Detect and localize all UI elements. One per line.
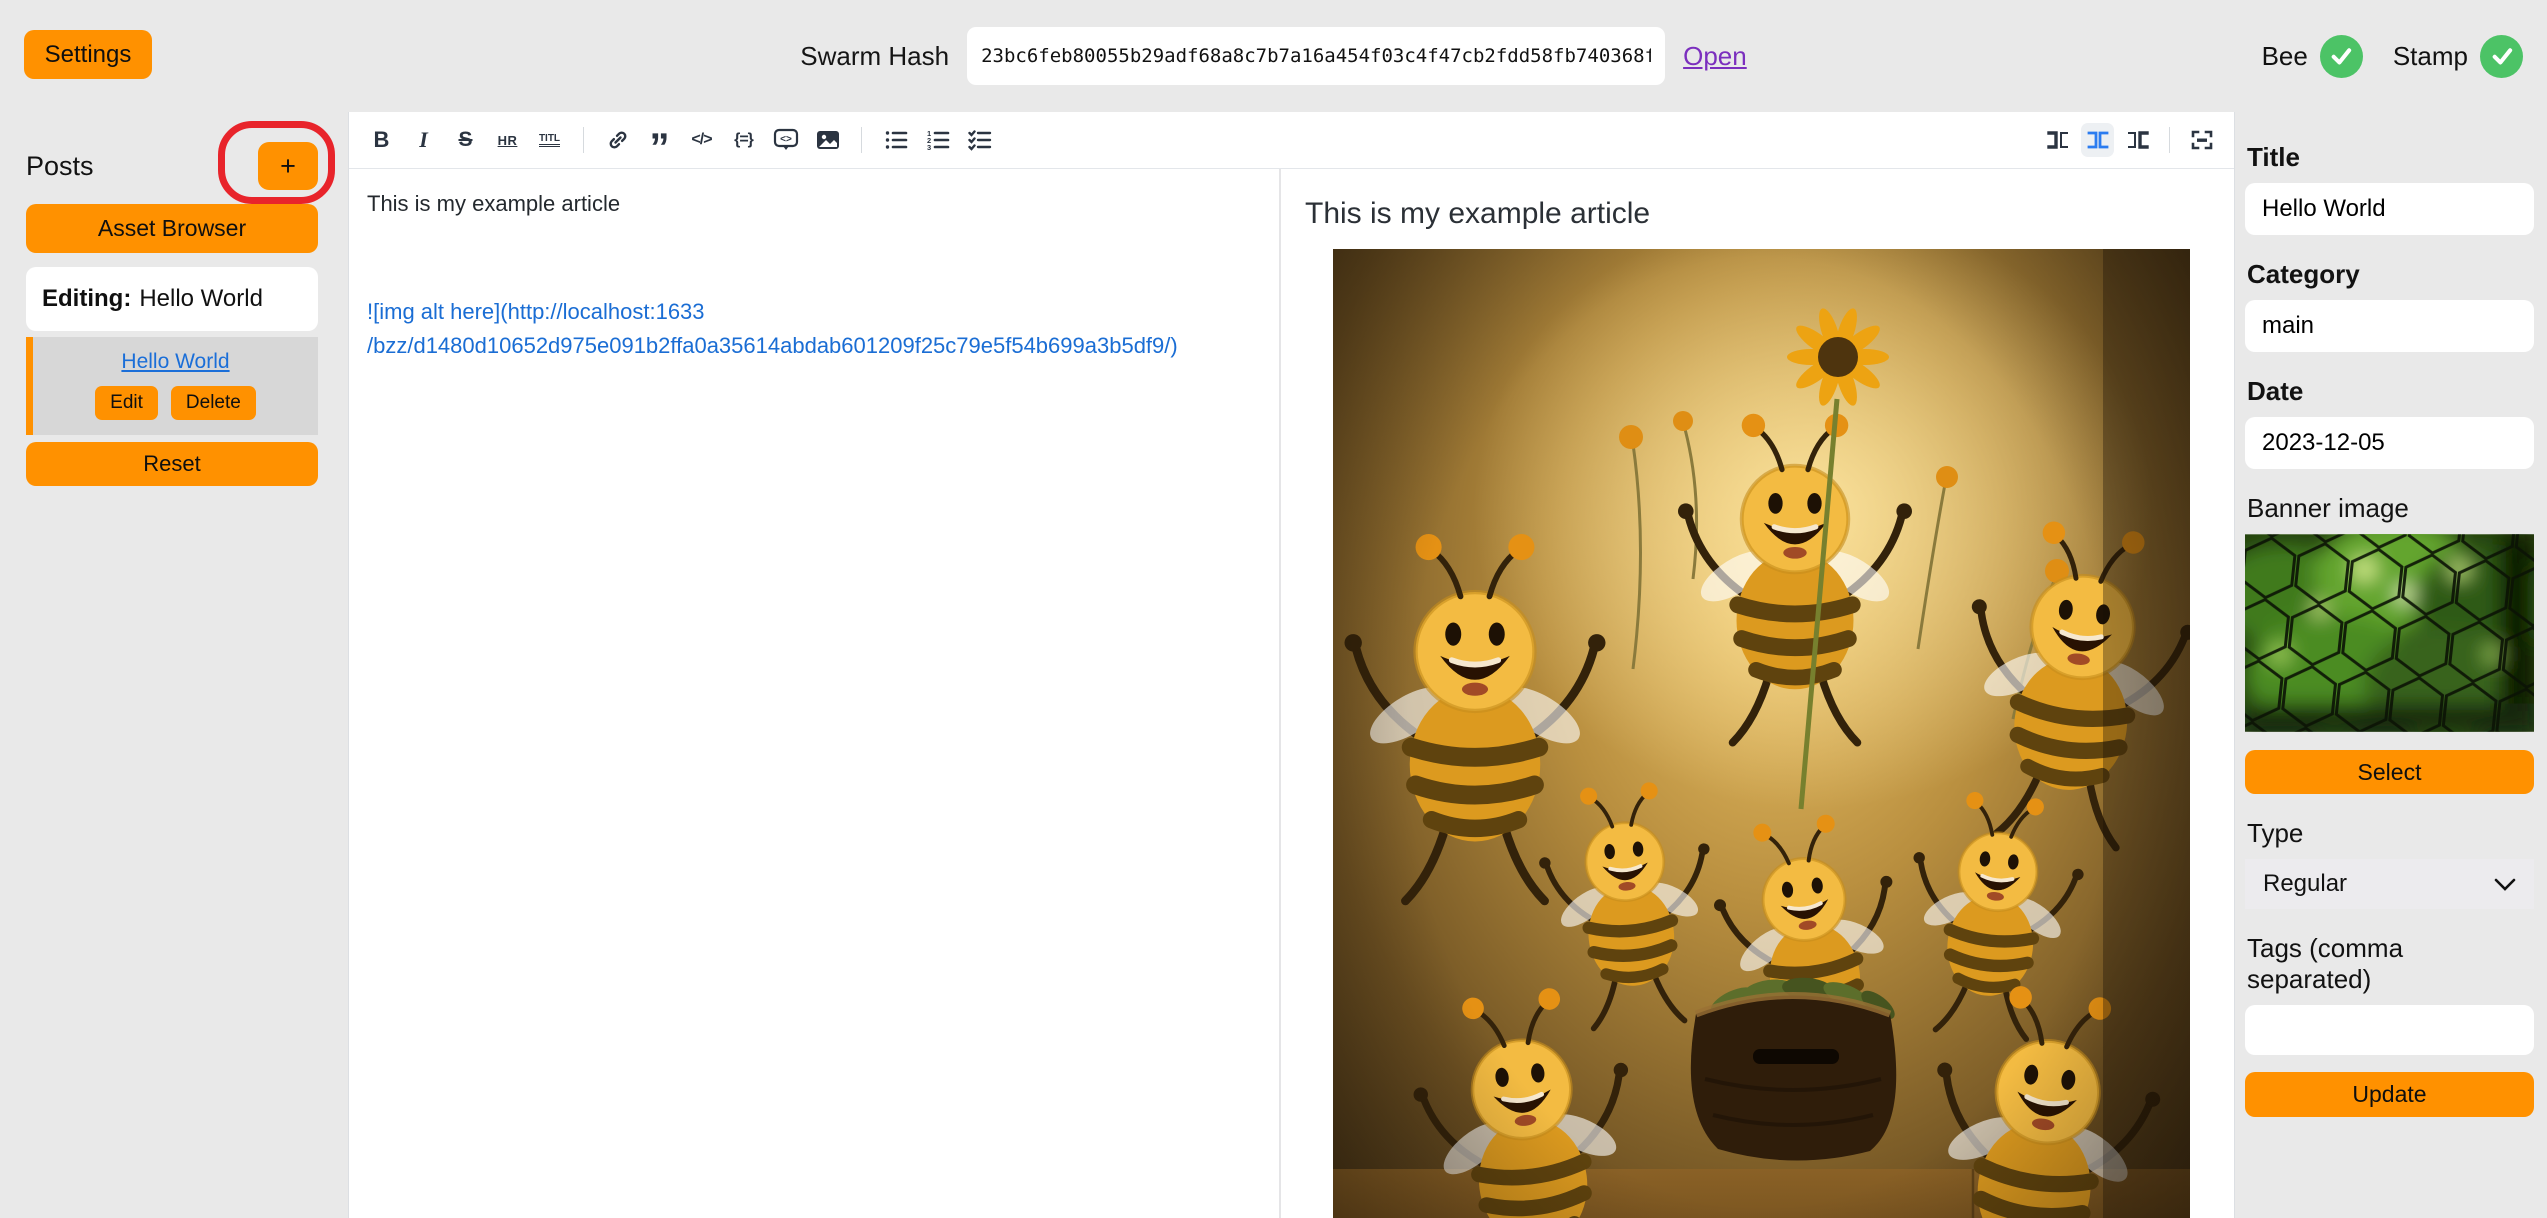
- ordered-list-button[interactable]: 1 2 3: [921, 123, 954, 157]
- edit-post-button[interactable]: Edit: [95, 386, 158, 420]
- stamp-status-label: Stamp: [2393, 41, 2468, 72]
- editing-card: Editing: Hello World: [26, 267, 318, 331]
- new-post-annotation-circle: +: [258, 142, 318, 190]
- heading-button[interactable]: TITL: [533, 123, 566, 157]
- posts-sidebar: Posts + Asset Browser Editing: Hello Worl…: [0, 112, 348, 1218]
- reset-button[interactable]: Reset: [26, 442, 318, 486]
- bee-check-icon: [2320, 35, 2363, 78]
- italic-button[interactable]: I: [407, 123, 440, 157]
- date-label: Date: [2247, 376, 2534, 407]
- task-list-button[interactable]: [963, 123, 996, 157]
- post-link[interactable]: Hello World: [121, 350, 229, 373]
- quote-icon: ”: [650, 143, 670, 153]
- bold-icon: B: [374, 127, 390, 153]
- code-block-button[interactable]: {=}: [727, 123, 760, 157]
- fullscreen-icon: [2189, 128, 2215, 152]
- heading-icon: TITL: [539, 133, 560, 147]
- preview-only-view-icon: [2125, 128, 2151, 152]
- strikethrough-icon: S: [458, 128, 472, 152]
- swarm-hash-label: Swarm Hash: [800, 41, 949, 72]
- type-label: Type: [2247, 818, 2534, 849]
- update-button[interactable]: Update: [2245, 1072, 2534, 1117]
- post-settings-sidebar: Title Category Date Banner image Select: [2235, 112, 2547, 1218]
- markdown-editor[interactable]: This is my example article ![img alt her…: [349, 169, 1281, 1218]
- horizontal-rule-button[interactable]: HR: [491, 123, 524, 157]
- swarm-hash-input[interactable]: [967, 27, 1665, 85]
- fullscreen-button[interactable]: [2185, 123, 2218, 157]
- markdown-preview: This is my example article: [1281, 169, 2234, 1218]
- unordered-list-icon: [884, 128, 908, 152]
- bold-button[interactable]: B: [365, 123, 398, 157]
- type-selected-value: Regular: [2263, 870, 2347, 898]
- delete-post-button[interactable]: Delete: [171, 386, 256, 420]
- editor-image-markdown-line2: /bzz/d1480d10652d975e091b2ffa0a35614abda…: [367, 329, 1261, 363]
- toolbar-divider: [861, 127, 862, 153]
- editor-only-view-icon: [2045, 128, 2071, 152]
- preview-only-view-button[interactable]: [2121, 123, 2154, 157]
- split-view-button[interactable]: [2081, 123, 2114, 157]
- editing-post-title: Hello World: [139, 285, 263, 312]
- unordered-list-button[interactable]: [879, 123, 912, 157]
- toolbar-divider: [2169, 127, 2170, 153]
- bee-status-label: Bee: [2262, 41, 2308, 72]
- embed-code-button[interactable]: <>: [769, 123, 802, 157]
- horizontal-rule-icon: HR: [498, 133, 518, 148]
- italic-icon: I: [419, 127, 428, 153]
- settings-button[interactable]: Settings: [24, 30, 152, 79]
- link-button[interactable]: [601, 123, 634, 157]
- status-group: Bee Stamp: [2262, 0, 2523, 112]
- image-button[interactable]: [811, 123, 844, 157]
- code-block-icon: {=}: [734, 131, 753, 149]
- category-input[interactable]: [2245, 300, 2534, 352]
- title-input[interactable]: [2245, 183, 2534, 235]
- date-input[interactable]: [2245, 417, 2534, 469]
- posts-heading: Posts: [26, 151, 94, 182]
- editor-image-markdown-line1: ![img alt here](http://localhost:1633: [367, 295, 1261, 329]
- category-label: Category: [2247, 259, 2534, 290]
- title-label: Title: [2247, 142, 2534, 173]
- select-banner-button[interactable]: Select: [2245, 750, 2534, 794]
- ordered-list-icon: 1 2 3: [926, 128, 950, 152]
- editor-panel: B I S HR TITL ” </> {=} <>: [348, 112, 2235, 1218]
- code-button[interactable]: </>: [685, 123, 718, 157]
- open-link[interactable]: Open: [1683, 41, 1747, 72]
- link-icon: [606, 128, 630, 152]
- toolbar-divider: [583, 127, 584, 153]
- quote-button[interactable]: ”: [643, 123, 676, 157]
- type-select[interactable]: Regular: [2245, 859, 2534, 909]
- embed-code-icon: <>: [773, 127, 799, 153]
- editing-label: Editing:: [42, 285, 131, 312]
- banner-image-label: Banner image: [2247, 493, 2534, 524]
- split-view-icon: [2085, 128, 2111, 152]
- image-icon: [815, 127, 841, 153]
- new-post-button[interactable]: +: [258, 142, 318, 190]
- asset-browser-button[interactable]: Asset Browser: [26, 204, 318, 253]
- tags-input[interactable]: [2245, 1005, 2534, 1055]
- editor-image-markdown: ![img alt here](http://localhost:1633 /b…: [367, 295, 1261, 363]
- strikethrough-button[interactable]: S: [449, 123, 482, 157]
- code-icon: </>: [691, 131, 711, 149]
- post-list-item: Hello World Edit Delete: [26, 337, 318, 435]
- stamp-check-icon: [2480, 35, 2523, 78]
- tags-label: Tags (comma separated): [2247, 933, 2534, 995]
- editor-only-view-button[interactable]: [2041, 123, 2074, 157]
- editor-toolbar: B I S HR TITL ” </> {=} <>: [349, 112, 2234, 169]
- preview-paragraph: This is my example article: [1305, 197, 2204, 231]
- chevron-down-icon: [2494, 878, 2516, 891]
- svg-text:<>: <>: [780, 134, 792, 145]
- editor-text-line: This is my example article: [367, 191, 1261, 217]
- svg-text:3: 3: [927, 143, 931, 152]
- topbar: Settings Swarm Hash Open Bee Stamp: [0, 0, 2547, 112]
- banner-image-thumbnail: [2245, 534, 2534, 732]
- task-list-icon: [968, 128, 992, 152]
- article-bee-image: [1333, 249, 2190, 1218]
